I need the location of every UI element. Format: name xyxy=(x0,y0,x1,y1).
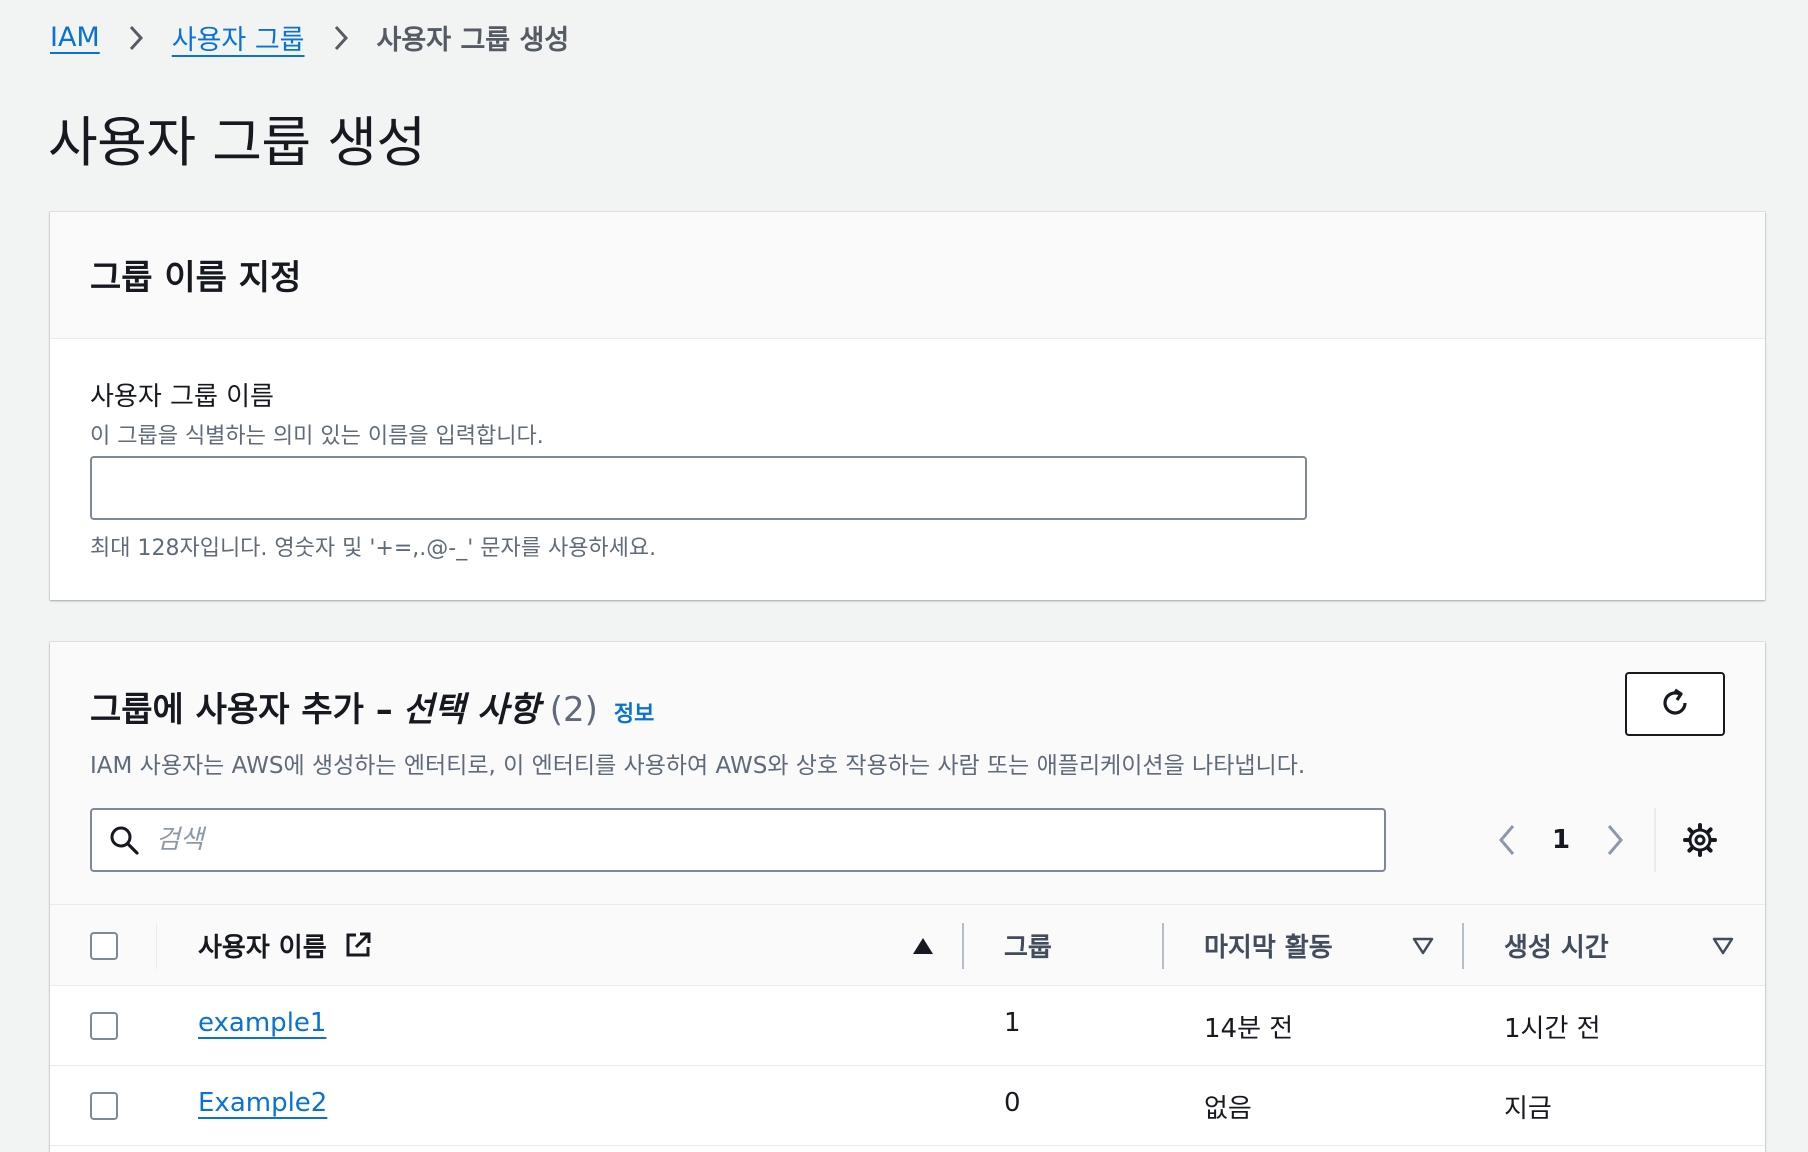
group-name-input[interactable] xyxy=(90,456,1307,520)
column-header-user-name-label: 사용자 이름 xyxy=(198,933,327,963)
column-header-user-name[interactable]: 사용자 이름 xyxy=(198,927,372,966)
column-header-groups: 그룹 xyxy=(1004,933,1052,963)
search-icon xyxy=(106,822,142,858)
chevron-right-icon[interactable] xyxy=(1598,820,1632,860)
add-users-heading: 그룹에 사용자 추가 – 선택 사항 (2) 정보 xyxy=(90,682,654,731)
breadcrumb: IAM 사용자 그룹 사용자 그룹 생성 xyxy=(50,18,569,57)
add-users-panel: 그룹에 사용자 추가 – 선택 사항 (2) 정보 IAM 사용자는 AWS에 … xyxy=(50,642,1765,1152)
last-activity: 없음 xyxy=(1204,1094,1252,1124)
refresh-icon xyxy=(1657,685,1693,724)
groups-count: 0 xyxy=(1004,1088,1021,1118)
group-name-panel-header: 그룹 이름 지정 xyxy=(50,212,1765,339)
row-checkbox[interactable] xyxy=(90,1092,118,1120)
add-users-heading-text: 그룹에 사용자 추가 – xyxy=(90,690,393,730)
refresh-button[interactable] xyxy=(1625,672,1725,736)
table-row[interactable]: Example2 0 없음 지금 xyxy=(50,1066,1765,1146)
breadcrumb-current: 사용자 그룹 생성 xyxy=(376,25,570,56)
column-divider[interactable] xyxy=(1462,923,1464,969)
group-name-label: 사용자 그룹 이름 xyxy=(90,382,274,412)
breadcrumb-iam-link[interactable]: IAM xyxy=(50,22,100,53)
table-header: 사용자 이름 그룹 마지막 활동 생성 시간 xyxy=(50,904,1765,986)
column-divider[interactable] xyxy=(1162,923,1164,969)
column-header-last-activity[interactable]: 마지막 활동 xyxy=(1204,927,1333,964)
add-users-panel-header: 그룹에 사용자 추가 – 선택 사항 (2) 정보 IAM 사용자는 AWS에 … xyxy=(50,642,1765,904)
last-activity: 14분 전 xyxy=(1204,1014,1294,1044)
chevron-left-icon[interactable] xyxy=(1490,820,1524,860)
gear-icon[interactable] xyxy=(1680,820,1720,860)
select-all-checkbox[interactable] xyxy=(90,932,118,960)
column-divider xyxy=(156,923,157,969)
user-name-link[interactable]: Example2 xyxy=(198,1088,327,1118)
group-name-description: 이 그룹을 식별하는 의미 있는 이름을 입력합니다. xyxy=(90,424,544,449)
search-field[interactable] xyxy=(90,808,1386,872)
sort-icon[interactable] xyxy=(1412,935,1434,957)
info-link[interactable]: 정보 xyxy=(614,696,654,728)
search-input[interactable] xyxy=(156,825,1356,855)
current-page-number[interactable]: 1 xyxy=(1552,825,1570,855)
column-header-creation-time[interactable]: 생성 시간 xyxy=(1504,927,1609,964)
creation-time: 1시간 전 xyxy=(1504,1014,1601,1044)
page-title: 사용자 그룹 생성 xyxy=(48,111,426,174)
groups-count: 1 xyxy=(1004,1008,1021,1038)
users-count: (2) xyxy=(549,690,598,730)
group-name-constraint-hint: 최대 128자입니다. 영숫자 및 '+=,.@-_' 문자를 사용하세요. xyxy=(90,536,657,561)
pagination: 1 xyxy=(1490,808,1632,872)
add-users-heading-optional: 선택 사항 xyxy=(402,690,540,730)
group-name-panel: 그룹 이름 지정 사용자 그룹 이름 이 그룹을 식별하는 의미 있는 이름을 … xyxy=(50,212,1765,600)
column-divider[interactable] xyxy=(962,923,964,969)
table-row[interactable]: example1 1 14분 전 1시간 전 xyxy=(50,986,1765,1066)
creation-time: 지금 xyxy=(1504,1094,1552,1124)
external-link-icon xyxy=(344,931,372,966)
group-name-heading: 그룹 이름 지정 xyxy=(90,258,302,298)
pager-divider xyxy=(1654,808,1656,872)
chevron-right-icon xyxy=(126,24,146,52)
chevron-right-icon xyxy=(331,24,351,52)
sort-ascending-icon[interactable] xyxy=(912,935,934,957)
breadcrumb-user-groups-link[interactable]: 사용자 그룹 xyxy=(172,18,305,57)
users-table: 사용자 이름 그룹 마지막 활동 생성 시간 example1 1 14분 전 … xyxy=(50,904,1765,1146)
sort-icon[interactable] xyxy=(1712,935,1734,957)
row-checkbox[interactable] xyxy=(90,1012,118,1040)
add-users-description: IAM 사용자는 AWS에 생성하는 엔터티로, 이 엔터티를 사용하여 AWS… xyxy=(90,753,1306,779)
user-name-link[interactable]: example1 xyxy=(198,1008,326,1038)
